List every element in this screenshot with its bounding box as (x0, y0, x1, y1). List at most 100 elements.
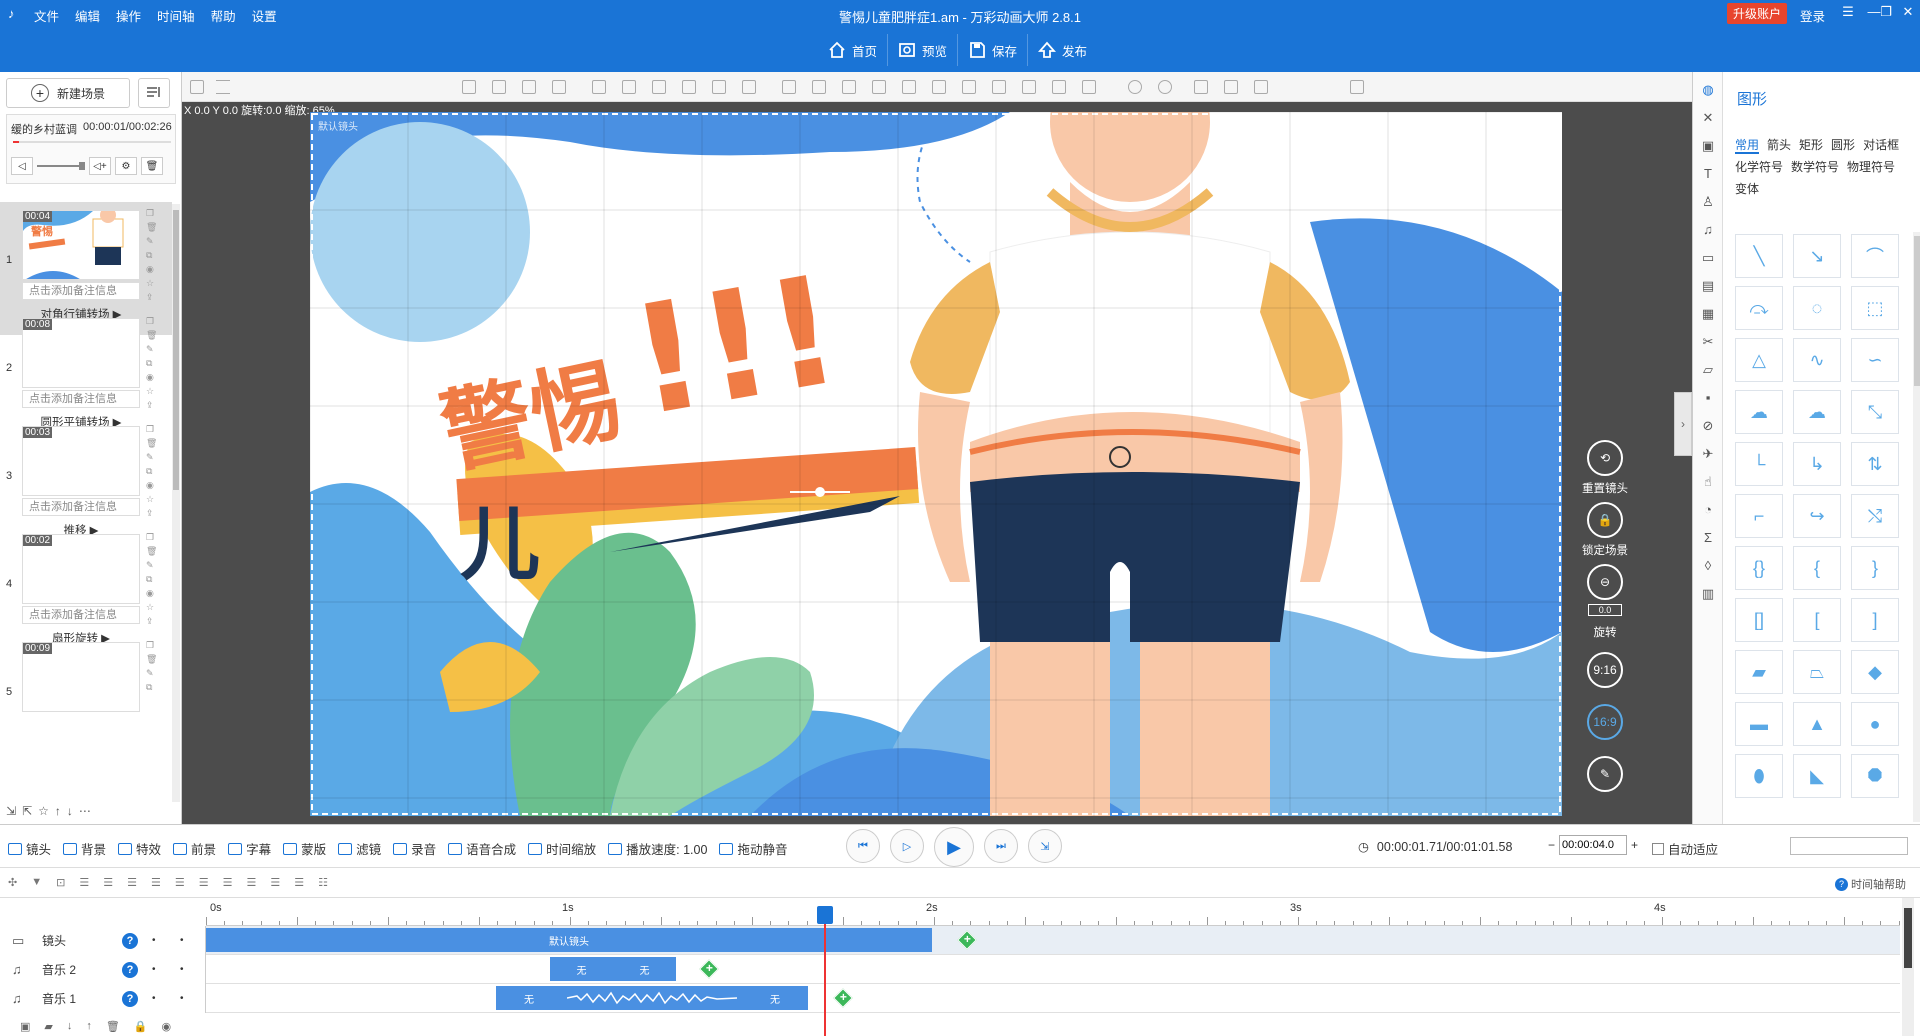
zoom-plus-button[interactable]: + (1631, 838, 1638, 852)
shape-brace-right-icon[interactable]: } (1851, 546, 1899, 590)
scene-item[interactable]: 5 00:09 ❐ 🗑 ✎ ⧉ (0, 634, 172, 767)
move-up-icon[interactable]: ↑ (55, 804, 61, 818)
folder-icon[interactable]: ▰ (44, 1020, 52, 1033)
home-icon[interactable] (216, 80, 230, 94)
gallery-icon[interactable]: ▤ (1700, 278, 1716, 294)
zoom-minus-button[interactable]: − (1548, 838, 1555, 852)
timeline-help[interactable]: ? 时间轴帮助 (1835, 876, 1906, 892)
shape-wave-icon[interactable]: ∽ (1851, 338, 1899, 382)
shape-circle-icon[interactable]: ● (1851, 702, 1899, 746)
scene-note[interactable]: 点击添加备注信息 (22, 390, 140, 408)
visibility-dot[interactable]: • (152, 935, 156, 946)
shape-elbow-icon[interactable]: └ (1735, 442, 1783, 486)
star-icon[interactable]: ☆ (146, 386, 158, 397)
flip-icon[interactable] (622, 80, 636, 94)
distribute-icon[interactable] (812, 80, 826, 94)
distribute-icon[interactable] (932, 80, 946, 94)
shape-double-arrow-icon[interactable]: ⤡ (1851, 390, 1899, 434)
ratio-9-16-button[interactable]: 9:16 (1587, 652, 1623, 688)
shape-curve-arrow-icon[interactable]: ↪ (1793, 494, 1841, 538)
edit-icon[interactable]: ✎ (146, 560, 158, 571)
folder-icon[interactable]: ▱ (1700, 362, 1716, 378)
subtitle-tool[interactable]: 字幕 (228, 839, 271, 858)
shape-brace-pair-icon[interactable]: {} (1735, 546, 1783, 590)
distribute-icon[interactable]: ☰ (270, 876, 280, 889)
save-icon[interactable]: ▪ (1700, 390, 1716, 406)
restore-icon[interactable]: ❐ (1876, 4, 1896, 20)
save-button[interactable]: 保存 (957, 34, 1027, 66)
share-icon[interactable]: ⇪ (146, 616, 158, 627)
duplicate-icon[interactable]: ⧉ (146, 466, 158, 477)
delete-icon[interactable]: 🗑 (146, 654, 158, 665)
shape-diamond-icon[interactable]: ◆ (1851, 650, 1899, 694)
copy-icon[interactable]: ❐ (146, 424, 158, 435)
distribute-icon[interactable] (962, 80, 976, 94)
sigma-icon[interactable]: Σ (1700, 530, 1716, 546)
distribute-icon[interactable]: ☰ (246, 876, 256, 889)
rotate-icon[interactable]: ⊖ (1587, 564, 1623, 600)
upgrade-account-button[interactable]: 升级账户 (1727, 3, 1788, 24)
time-scale-tool[interactable]: 时间缩放 (528, 839, 596, 858)
export-icon[interactable]: ⇱ (22, 804, 32, 818)
copy-icon[interactable]: ❐ (146, 316, 158, 327)
shape-rounded-rect-icon[interactable]: ▬ (1735, 702, 1783, 746)
tab-arrow[interactable]: 箭头 (1767, 138, 1791, 152)
scene-note[interactable]: 点击添加备注信息 (22, 282, 140, 300)
lock-icon[interactable]: 🔒 (134, 1020, 148, 1033)
shape-icon[interactable]: ◍ (1700, 82, 1716, 98)
copy-icon[interactable]: ❐ (146, 208, 158, 219)
layer-icon[interactable]: ☷ (318, 876, 328, 889)
shape-curved-arrow-icon[interactable]: ⤼ (1735, 286, 1783, 330)
distribute-icon[interactable] (842, 80, 856, 94)
tab-variant[interactable]: 变体 (1735, 182, 1759, 196)
duplicate-icon[interactable]: ⧉ (146, 574, 158, 585)
tts-tool[interactable]: 语音合成 (448, 839, 516, 858)
music-icon[interactable]: ♫ (1700, 222, 1716, 238)
duplicate-icon[interactable]: ⧉ (146, 250, 158, 261)
align-right-icon[interactable]: ☰ (127, 876, 137, 889)
eye-icon[interactable]: ◉ (162, 1020, 172, 1033)
playhead-handle[interactable] (817, 906, 833, 924)
move-down-icon[interactable]: ↓ (67, 804, 73, 818)
shape-arrow-line-icon[interactable]: ↘ (1793, 234, 1841, 278)
copy-icon[interactable]: ❐ (146, 532, 158, 543)
preview-button[interactable]: 预览 (887, 34, 957, 66)
shape-ellipse-icon[interactable]: ⬮ (1735, 754, 1783, 798)
filter-tool[interactable]: 滤镜 (338, 839, 381, 858)
prev-scene-icon[interactable]: ⏮ (846, 829, 880, 863)
distribute-icon[interactable]: ☰ (175, 876, 185, 889)
distribute-icon[interactable] (872, 80, 886, 94)
plane-icon[interactable]: ✈ (1700, 446, 1716, 462)
distribute-icon[interactable]: ☰ (294, 876, 304, 889)
shape-line-icon[interactable]: ╲ (1735, 234, 1783, 278)
distribute-icon[interactable] (1082, 80, 1096, 94)
tab-math[interactable]: 数学符号 (1791, 160, 1839, 174)
music-settings-icon[interactable]: ⚙ (115, 157, 137, 175)
shape-arc-icon[interactable]: ⌒ (1851, 234, 1899, 278)
text-icon[interactable]: T (1700, 166, 1716, 182)
visibility-dot[interactable]: • (152, 993, 156, 1004)
auto-fit-toggle[interactable]: 自动适应 (1652, 839, 1718, 858)
move-down-icon[interactable]: ↓ (67, 1020, 73, 1032)
menu-icon[interactable]: ☰ (1838, 4, 1858, 20)
delete-music-icon[interactable]: 🗑 (141, 157, 163, 175)
record-tool[interactable]: 录音 (393, 839, 436, 858)
add-keyframe-icon[interactable] (957, 930, 977, 950)
image-icon[interactable]: ▣ (1700, 138, 1716, 154)
shape-trapezoid-icon[interactable]: ⏢ (1793, 650, 1841, 694)
distribute-icon[interactable] (992, 80, 1006, 94)
lock-dot[interactable]: • (180, 964, 184, 975)
align-icon[interactable] (462, 80, 476, 94)
reset-camera-icon[interactable]: ⟲ (1587, 440, 1623, 476)
align-left-icon[interactable]: ☰ (79, 876, 89, 889)
more-icon[interactable]: ⋯ (79, 804, 91, 818)
share-icon[interactable]: ⇪ (146, 400, 158, 411)
lock-dot[interactable]: • (180, 935, 184, 946)
select-icon[interactable] (190, 80, 204, 94)
add-icon[interactable]: ✣ (8, 876, 17, 889)
collapse-right-panel-icon[interactable]: › (1674, 392, 1692, 456)
distribute-icon[interactable] (1022, 80, 1036, 94)
volume-down-icon[interactable]: ◁ (11, 157, 33, 175)
clip-music-2[interactable]: 无 无 (550, 957, 676, 981)
tab-chemistry[interactable]: 化学符号 (1735, 160, 1783, 174)
